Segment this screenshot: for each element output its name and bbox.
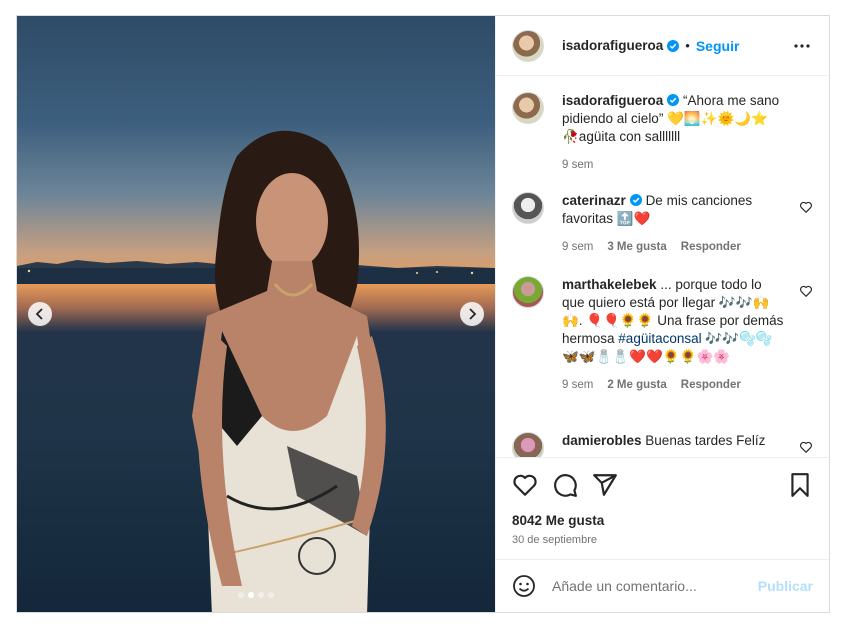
emoji-icon[interactable] xyxy=(512,574,536,598)
hashtag-link[interactable]: #agüitaconsal xyxy=(618,331,701,346)
comment-username[interactable]: damierobles xyxy=(562,433,642,448)
more-options-icon[interactable] xyxy=(793,38,811,54)
carousel-indicator xyxy=(238,592,274,598)
comment-username[interactable]: caterinazr xyxy=(562,193,626,208)
chevron-left-icon xyxy=(35,308,43,320)
caption-username[interactable]: isadorafigueroa xyxy=(562,93,663,108)
like-comment-icon[interactable] xyxy=(799,440,813,454)
chevron-right-icon xyxy=(469,308,477,320)
commenter-avatar[interactable] xyxy=(512,276,544,308)
woman-silhouette xyxy=(192,130,386,612)
commenter-avatar[interactable] xyxy=(512,432,544,457)
author-avatar[interactable] xyxy=(512,92,544,124)
comment: caterinazr De mis canciones favoritas 🔝❤… xyxy=(512,192,813,256)
heart-icon[interactable] xyxy=(512,472,538,498)
carousel-dot xyxy=(238,592,244,598)
commenter-avatar[interactable] xyxy=(512,192,544,224)
like-comment-icon[interactable] xyxy=(799,200,813,214)
comment-time: 9 sem xyxy=(562,379,594,391)
comment-input[interactable] xyxy=(552,578,758,594)
caption: isadorafigueroa “Ahora me sano pidiendo … xyxy=(512,92,813,174)
post-photo[interactable] xyxy=(17,16,495,612)
carousel-dot xyxy=(258,592,264,598)
like-comment-icon[interactable] xyxy=(799,284,813,298)
comment: damierobles Buenas tardes Felíz xyxy=(512,432,813,457)
comment-time: 9 sem xyxy=(562,241,594,253)
follow-button[interactable]: Seguir xyxy=(696,38,740,54)
carousel-dot xyxy=(248,592,254,598)
verified-badge-icon xyxy=(629,194,642,206)
comment: marthakelebek ... porque todo lo que qui… xyxy=(512,276,813,394)
reply-button[interactable]: Responder xyxy=(681,238,741,256)
post-date: 30 de septiembre xyxy=(512,534,597,546)
comment-likes[interactable]: 2 Me gusta xyxy=(607,376,666,394)
post-header: isadorafigueroa • Seguir xyxy=(496,16,829,76)
previous-photo-button[interactable] xyxy=(28,302,52,326)
bookmark-icon[interactable] xyxy=(787,472,813,498)
verified-badge-icon xyxy=(667,39,680,52)
comment-likes[interactable]: 3 Me gusta xyxy=(607,238,666,256)
likes-count[interactable]: 8042 Me gusta xyxy=(512,513,604,528)
share-icon[interactable] xyxy=(592,472,618,498)
reply-button[interactable]: Responder xyxy=(681,376,741,394)
comment-icon[interactable] xyxy=(552,472,578,498)
comment-username[interactable]: marthakelebek xyxy=(562,277,657,292)
verified-badge-icon xyxy=(667,94,680,106)
post-side-panel: isadorafigueroa • Seguir isadorafigueroa… xyxy=(495,16,829,612)
author-username[interactable]: isadorafigueroa xyxy=(562,38,663,53)
comment-text: Buenas tardes Felíz xyxy=(645,433,766,448)
caption-time: 9 sem xyxy=(562,159,594,171)
author-avatar[interactable] xyxy=(512,29,544,62)
comment-composer: Publicar xyxy=(496,559,829,612)
carousel-dot xyxy=(268,592,274,598)
next-photo-button[interactable] xyxy=(460,302,484,326)
comments-list[interactable]: isadorafigueroa “Ahora me sano pidiendo … xyxy=(496,77,829,457)
publish-button[interactable]: Publicar xyxy=(758,578,813,594)
instagram-post: isadorafigueroa • Seguir isadorafigueroa… xyxy=(16,15,830,613)
separator-dot: • xyxy=(685,38,690,53)
